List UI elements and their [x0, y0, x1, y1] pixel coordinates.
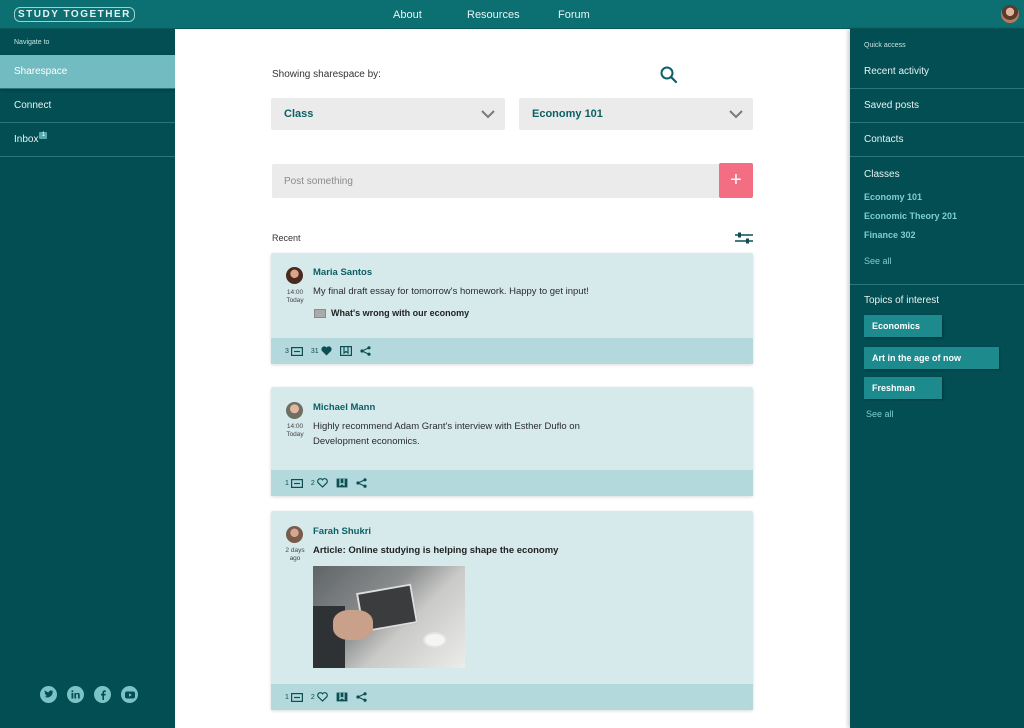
bookmark-filled-icon: [336, 478, 348, 488]
user-avatar[interactable]: [1001, 5, 1019, 23]
share-action[interactable]: [360, 346, 371, 356]
attachment-title: What's wrong with our economy: [331, 308, 470, 318]
filter-value-select[interactable]: Economy 101: [519, 98, 753, 130]
post-timestamp: 14:00 Today: [286, 423, 304, 438]
quick-item-saved-posts[interactable]: Saved posts: [850, 89, 1024, 123]
quick-item-label: Recent activity: [864, 66, 930, 77]
sidebar-item-connect[interactable]: Connect: [0, 89, 175, 123]
filter-type-value: Class: [284, 108, 314, 120]
comments-action[interactable]: 1: [285, 478, 303, 488]
comment-icon: [290, 346, 303, 356]
bookmark-filled-icon: [336, 692, 348, 702]
likes-action[interactable]: 2: [311, 478, 328, 488]
quick-access-label: Quick access: [864, 42, 906, 49]
topics-heading: Topics of interest: [864, 295, 940, 306]
social-links: [40, 686, 138, 703]
recent-label: Recent: [272, 233, 301, 243]
post-attachment[interactable]: What's wrong with our economy: [314, 308, 469, 318]
linkedin-icon[interactable]: [67, 686, 84, 703]
class-link[interactable]: Economic Theory 201: [864, 211, 957, 221]
share-icon: [356, 478, 367, 488]
facebook-icon[interactable]: [94, 686, 111, 703]
comments-action[interactable]: 3: [285, 346, 303, 356]
post-author[interactable]: Farah Shukri: [313, 526, 371, 537]
sidebar-item-sharespace[interactable]: Sharespace: [0, 55, 181, 89]
right-sidebar: Quick access Recent activity Saved posts…: [850, 29, 1024, 728]
post-text: Highly recommend Adam Grant's interview …: [313, 421, 580, 447]
quick-item-label: Contacts: [864, 134, 904, 145]
quick-item-recent-activity[interactable]: Recent activity: [850, 55, 1024, 89]
sidebar-item-label: Inbox: [14, 134, 39, 145]
file-icon: [314, 308, 326, 318]
post-card: 14:00 Today Maria Santos My final draft e…: [271, 253, 753, 364]
main-content: Showing sharespace by: Class Economy 101…: [175, 29, 850, 728]
post-input[interactable]: Post something: [272, 164, 720, 198]
post-author[interactable]: Maria Santos: [313, 267, 372, 278]
heart-filled-icon: [321, 346, 332, 356]
bookmark-icon: [339, 346, 352, 356]
post-text: My final draft essay for tomorrow's home…: [313, 286, 589, 297]
heart-outline-icon: [316, 692, 328, 702]
topic-tag[interactable]: Art in the age of now: [864, 347, 999, 369]
comments-action[interactable]: 1: [285, 692, 303, 702]
sidebar-item-label: Sharespace: [14, 66, 68, 77]
comment-icon: [290, 692, 303, 702]
filter-settings-icon[interactable]: [734, 231, 754, 245]
search-icon[interactable]: [659, 65, 679, 85]
sidebar-item-inbox[interactable]: Inbox 1: [0, 123, 175, 157]
nav-resources-link[interactable]: Resources: [467, 9, 520, 21]
post-actions: 3 31: [271, 338, 753, 364]
twitter-icon[interactable]: [40, 686, 57, 703]
post-timestamp: 14:00 Today: [286, 289, 304, 304]
post-author[interactable]: Michael Mann: [313, 402, 375, 413]
sidebar-item-label: Connect: [14, 100, 52, 111]
add-post-button[interactable]: +: [719, 163, 753, 198]
topic-tag[interactable]: Economics: [864, 315, 942, 337]
quick-item-label: Saved posts: [864, 100, 920, 111]
showing-label: Showing sharespace by:: [272, 69, 381, 80]
share-icon: [356, 692, 367, 702]
post-card: 14:00 Today Michael Mann Highly recommend…: [271, 387, 753, 496]
comment-icon: [290, 478, 303, 488]
class-link[interactable]: Economy 101: [864, 192, 922, 202]
share-icon: [360, 346, 371, 356]
quick-item-contacts[interactable]: Contacts: [850, 123, 1024, 157]
save-action[interactable]: [336, 478, 348, 488]
article-title[interactable]: Article: Online studying is helping shap…: [313, 545, 558, 556]
share-action[interactable]: [356, 692, 367, 702]
topics-see-all-link[interactable]: See all: [866, 409, 894, 419]
author-avatar[interactable]: [286, 267, 303, 284]
post-card: 2 days ago Farah Shukri Article: Online s…: [271, 511, 753, 710]
class-link[interactable]: Finance 302: [864, 230, 916, 240]
author-avatar[interactable]: [286, 526, 303, 543]
filter-type-select[interactable]: Class: [271, 98, 505, 130]
heart-outline-icon: [316, 478, 328, 488]
chevron-down-icon: [729, 110, 743, 119]
post-actions: 1 2: [271, 470, 753, 496]
inbox-count-badge: 1: [39, 132, 48, 139]
navigate-label: Navigate to: [14, 39, 50, 46]
classes-heading: Classes: [864, 169, 900, 180]
save-action[interactable]: [339, 346, 352, 356]
youtube-icon[interactable]: [121, 686, 138, 703]
top-bar: STUDY TOGETHER About Resources Forum: [0, 0, 1024, 29]
nav-forum-link[interactable]: Forum: [558, 9, 590, 21]
likes-action[interactable]: 31: [311, 346, 332, 356]
save-action[interactable]: [336, 692, 348, 702]
left-sidebar: Navigate to Sharespace Connect Inbox 1: [0, 29, 181, 728]
classes-see-all-link[interactable]: See all: [864, 256, 892, 266]
likes-action[interactable]: 2: [311, 692, 328, 702]
divider: [850, 284, 1024, 285]
chevron-down-icon: [481, 110, 495, 119]
share-action[interactable]: [356, 478, 367, 488]
filter-value-text: Economy 101: [532, 108, 603, 120]
article-image[interactable]: [313, 566, 465, 668]
app-logo[interactable]: STUDY TOGETHER: [14, 7, 135, 22]
topic-tag[interactable]: Freshman: [864, 377, 942, 399]
nav-about-link[interactable]: About: [393, 9, 422, 21]
post-timestamp: 2 days ago: [285, 547, 305, 562]
author-avatar[interactable]: [286, 402, 303, 419]
post-actions: 1 2: [271, 684, 753, 710]
